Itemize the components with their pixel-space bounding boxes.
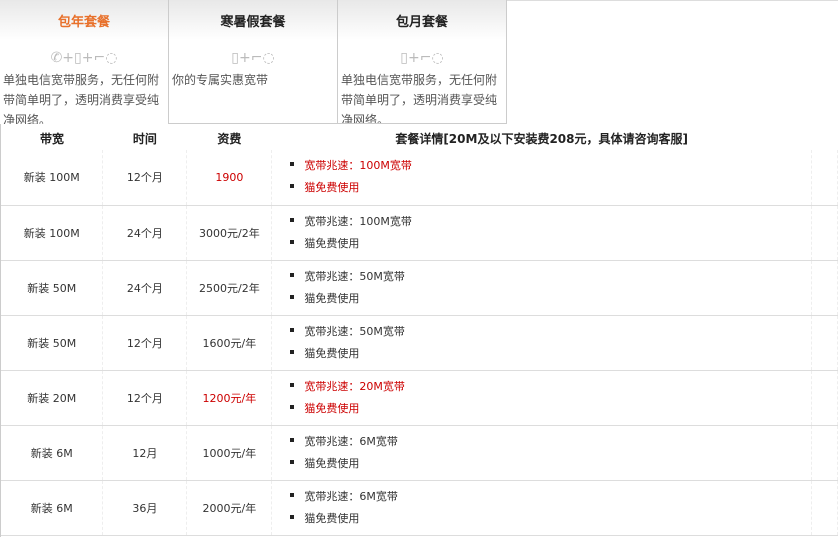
header-bandwidth: 带宽 <box>39 131 64 146</box>
detail-modem: 猫免费使用 <box>290 233 811 255</box>
tab-title: 包月套餐 <box>395 15 448 30</box>
detail-speed: 宽带兆速：100M宽带 <box>290 211 811 233</box>
table-header: 带宽 时间 资费 套餐详情[20M及以下安装费208元，具体请咨询客服] <box>1 126 838 150</box>
bandwidth-cell: 新装 20M <box>1 370 104 426</box>
spacer-cell <box>811 480 838 536</box>
period-cell: 24个月 <box>102 260 188 316</box>
details-cell: 宽带兆速：100M宽带 猫免费使用 <box>271 205 812 261</box>
details-cell: 宽带兆速：20M宽带 猫免费使用 <box>271 370 812 426</box>
detail-speed: 宽带兆速：6M宽带 <box>290 486 811 508</box>
price-cell: 3000元/2年 <box>186 205 273 261</box>
header-spacer <box>811 126 837 150</box>
tab-title: 包年套餐 <box>57 15 110 30</box>
package-table: 带宽 时间 资费 套餐详情[20M及以下安装费208元，具体请咨询客服] 新装 … <box>1 126 838 536</box>
detail-modem: 猫免费使用 <box>290 453 811 475</box>
tab-package[interactable]: 寒暑假套餐 ▯+⌐◌ 你的专属实惠宽带 <box>169 0 338 124</box>
tab-package[interactable]: 包年套餐 ✆+▯+⌐◌ 单独电信宽带服务，无任何附带简单明了，透明消费享受纯净网… <box>0 0 169 124</box>
table-row: 新装 100M 12个月 1900 宽带兆速：100M宽带 猫免费使用 <box>1 150 838 206</box>
details-cell: 宽带兆速：6M宽带 猫免费使用 <box>271 425 812 481</box>
detail-modem: 猫免费使用 <box>290 288 811 310</box>
price-cell: 2500元/2年 <box>186 260 273 316</box>
tab-package[interactable]: 包月套餐 ▯+⌐◌ 单独电信宽带服务，无任何附带简单明了，透明消费享受纯净网络。 <box>338 0 507 124</box>
spacer-cell <box>811 260 838 316</box>
spacer-cell <box>811 370 838 426</box>
detail-speed: 宽带兆速：50M宽带 <box>290 321 811 343</box>
detail-speed: 宽带兆速：20M宽带 <box>290 376 811 398</box>
bandwidth-cell: 新装 6M <box>1 425 104 481</box>
table-row: 新装 6M 12月 1000元/年 宽带兆速：6M宽带 猫免费使用 <box>1 425 838 481</box>
period-cell: 12个月 <box>102 315 188 371</box>
tab-description: 单独电信宽带服务，无任何附带简单明了，透明消费享受纯净网络。 <box>341 73 498 124</box>
detail-modem: 猫免费使用 <box>290 177 811 199</box>
spacer-cell <box>811 205 838 261</box>
header-period: 时间 <box>132 131 157 146</box>
period-cell: 12个月 <box>102 150 188 206</box>
bandwidth-cell: 新装 100M <box>1 150 104 206</box>
period-cell: 24个月 <box>102 205 188 261</box>
detail-modem: 猫免费使用 <box>290 508 811 530</box>
bandwidth-cell: 新装 6M <box>1 480 104 536</box>
period-cell: 12月 <box>102 425 188 481</box>
period-cell: 12个月 <box>102 370 188 426</box>
phone-modem-mouse-icon: ✆+▯+⌐◌ <box>50 50 118 66</box>
spacer-cell <box>811 425 838 481</box>
detail-modem: 猫免费使用 <box>290 398 811 420</box>
details-cell: 宽带兆速：50M宽带 猫免费使用 <box>271 315 812 371</box>
table-row: 新装 100M 24个月 3000元/2年 宽带兆速：100M宽带 猫免费使用 <box>1 205 838 261</box>
detail-speed: 宽带兆速：50M宽带 <box>290 266 811 288</box>
table-row: 新装 50M 24个月 2500元/2年 宽带兆速：50M宽带 猫免费使用 <box>1 260 838 316</box>
detail-speed: 宽带兆速：6M宽带 <box>290 431 811 453</box>
tab-description: 你的专属实惠宽带 <box>172 73 269 87</box>
table-row: 新装 6M 36月 2000元/年 宽带兆速：6M宽带 猫免费使用 <box>1 480 838 536</box>
table-row: 新装 50M 12个月 1600元/年 宽带兆速：50M宽带 猫免费使用 <box>1 315 838 371</box>
price-cell: 2000元/年 <box>186 480 273 536</box>
period-cell: 36月 <box>102 480 188 536</box>
detail-speed: 宽带兆速：100M宽带 <box>290 155 811 177</box>
tab-description: 单独电信宽带服务，无任何附带简单明了，透明消费享受纯净网络。 <box>3 73 160 124</box>
details-cell: 宽带兆速：50M宽带 猫免费使用 <box>271 260 812 316</box>
header-details: 套餐详情[20M及以下安装费208元，具体请咨询客服] <box>395 131 688 146</box>
table-row: 新装 20M 12个月 1200元/年 宽带兆速：20M宽带 猫免费使用 <box>1 370 838 426</box>
spacer-cell <box>811 315 838 371</box>
details-cell: 宽带兆速：100M宽带 猫免费使用 <box>271 150 812 206</box>
details-cell: 宽带兆速：6M宽带 猫免费使用 <box>271 480 812 536</box>
price-cell: 1900 <box>186 150 273 206</box>
detail-modem: 猫免费使用 <box>290 343 811 365</box>
bandwidth-cell: 新装 50M <box>1 260 104 316</box>
tab-title: 寒暑假套餐 <box>220 15 286 30</box>
spacer-cell <box>811 150 838 206</box>
phone-modem-mouse-icon: ▯+⌐◌ <box>400 50 444 66</box>
price-cell: 1600元/年 <box>186 315 273 371</box>
phone-modem-mouse-icon: ▯+⌐◌ <box>231 50 275 66</box>
bandwidth-cell: 新装 50M <box>1 315 104 371</box>
price-cell: 1200元/年 <box>186 370 273 426</box>
header-price: 资费 <box>217 131 242 146</box>
package-tabs: 包年套餐 ✆+▯+⌐◌ 单独电信宽带服务，无任何附带简单明了，透明消费享受纯净网… <box>0 0 507 124</box>
price-cell: 1000元/年 <box>186 425 273 481</box>
bandwidth-cell: 新装 100M <box>1 205 104 261</box>
